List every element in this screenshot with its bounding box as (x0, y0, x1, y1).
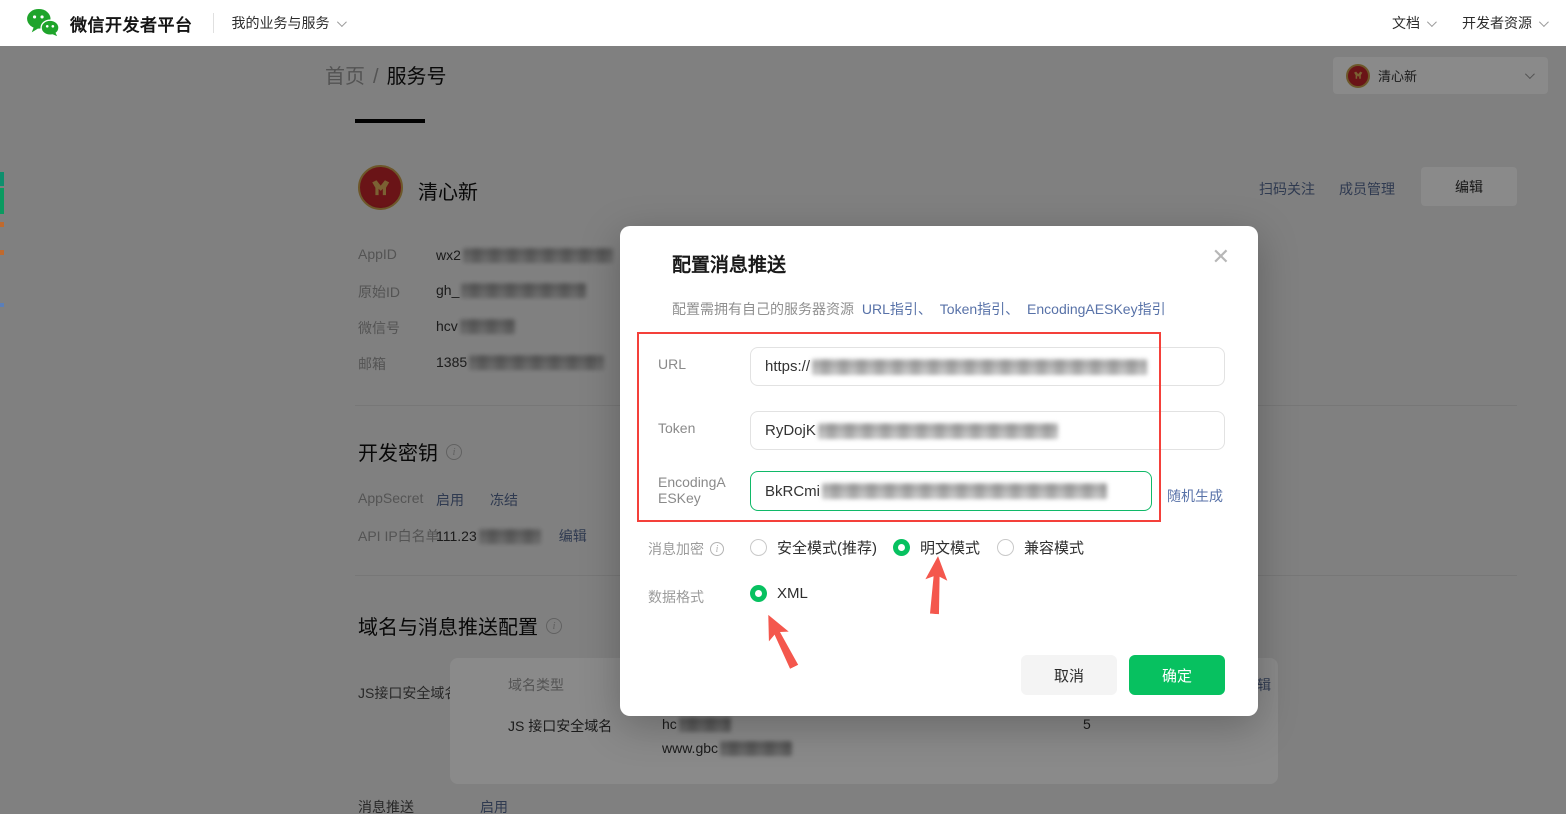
radio-xml[interactable]: XML (750, 585, 808, 602)
aeskey-label: EncodingA ESKey (658, 474, 726, 506)
radio-safe-mode[interactable]: 安全模式(推荐) (750, 537, 877, 558)
close-icon[interactable]: ✕ (1212, 246, 1230, 268)
url-guide-link[interactable]: URL指引、 (862, 301, 932, 317)
masked-aeskey (822, 483, 1107, 499)
top-header: 微信开发者平台 我的业务与服务 文档 开发者资源 (0, 0, 1566, 46)
url-input[interactable]: https:// (750, 347, 1225, 386)
cancel-button[interactable]: 取消 (1021, 655, 1117, 695)
chevron-down-icon (1538, 16, 1549, 27)
radio-plaintext-mode[interactable]: 明文模式 (893, 537, 980, 558)
edge-decoration (0, 222, 4, 227)
radio-icon (997, 539, 1014, 556)
dialog-subtitle: 配置需拥有自己的服务器资源 URL指引、 Token指引、 EncodingAE… (672, 301, 1166, 317)
dialog-title: 配置消息推送 (672, 255, 787, 276)
edge-decoration (0, 303, 4, 307)
masked-token (817, 422, 1058, 439)
nav-my-business[interactable]: 我的业务与服务 (232, 13, 347, 33)
token-input[interactable]: RyDojK (750, 411, 1225, 450)
token-label: Token (658, 420, 696, 436)
edge-decoration (0, 250, 4, 255)
aeskey-guide-link[interactable]: EncodingAESKey指引 (1027, 301, 1166, 317)
edge-decoration (0, 188, 4, 214)
chevron-down-icon (1426, 16, 1437, 27)
red-arrow-plaintext (925, 556, 948, 615)
radio-icon (750, 585, 767, 602)
radio-icon (750, 539, 767, 556)
info-icon[interactable]: i (710, 542, 724, 556)
nav-dev-resources[interactable]: 开发者资源 (1462, 13, 1549, 33)
edge-decoration (0, 172, 4, 186)
url-label: URL (658, 356, 687, 372)
random-generate-link[interactable]: 随机生成 (1167, 486, 1223, 506)
data-format-label: 数据格式 (648, 589, 704, 605)
masked-url (812, 358, 1148, 375)
token-guide-link[interactable]: Token指引、 (940, 301, 1019, 317)
red-arrow-xml (768, 614, 799, 669)
encryption-label: 消息加密 i (648, 539, 724, 559)
configure-message-push-dialog: ✕ 配置消息推送 配置需拥有自己的服务器资源 URL指引、 Token指引、 E… (620, 226, 1258, 716)
nav-docs[interactable]: 文档 (1392, 13, 1437, 33)
radio-compatible-mode[interactable]: 兼容模式 (997, 537, 1084, 558)
confirm-button[interactable]: 确定 (1129, 655, 1225, 695)
platform-title: 微信开发者平台 (70, 15, 193, 35)
divider (212, 13, 214, 33)
radio-icon (893, 539, 910, 556)
wechat-logo-icon (26, 8, 60, 38)
chevron-down-icon (336, 16, 347, 27)
aeskey-input[interactable]: BkRCmi (750, 471, 1152, 511)
